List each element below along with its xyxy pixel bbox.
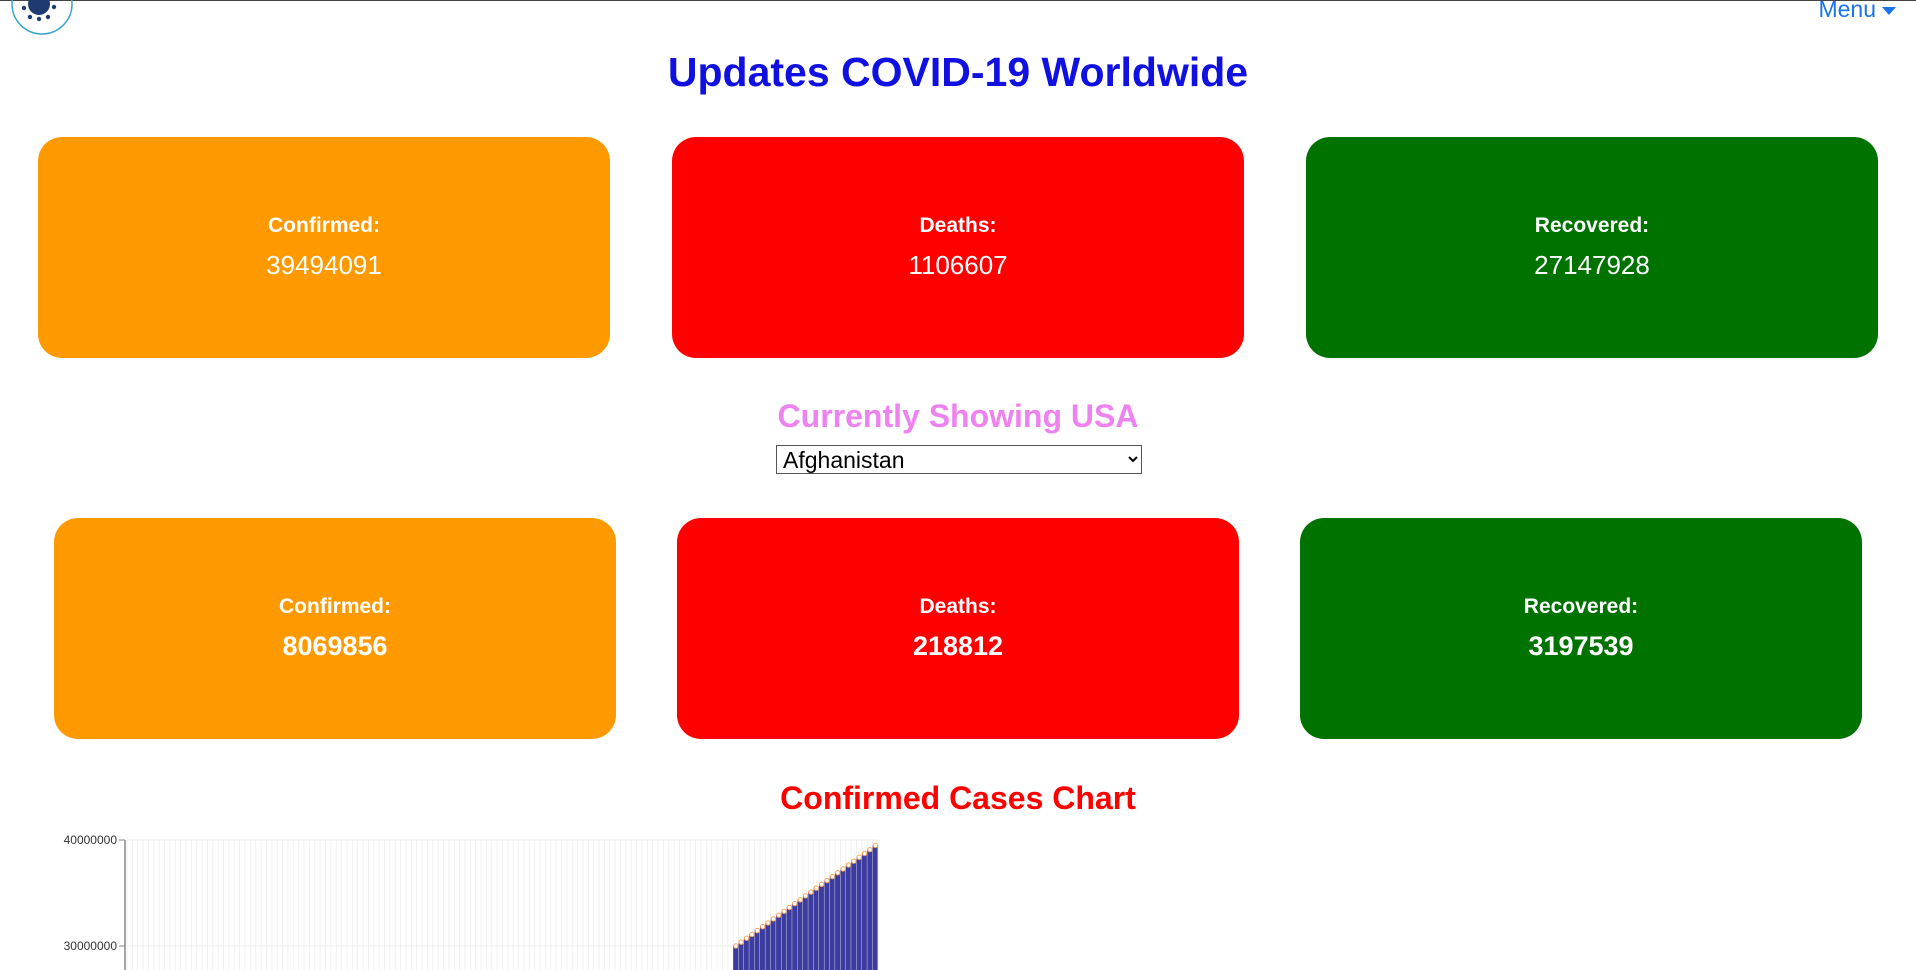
chart-point: [776, 912, 782, 918]
chart-point: [867, 846, 873, 853]
worldwide-confirmed-card: Confirmed: 39494091: [38, 137, 610, 358]
country-select[interactable]: Afghanistan: [776, 445, 1142, 474]
chart-point: [792, 900, 798, 907]
chart-bar: [840, 868, 846, 970]
deaths-label: Deaths:: [919, 214, 997, 237]
chart-bar: [743, 938, 749, 970]
chart-bar: [781, 911, 787, 970]
chart-bar: [845, 865, 851, 970]
menu-dropdown[interactable]: Menu: [1818, 0, 1896, 23]
worldwide-recovered-card: Recovered: 27147928: [1306, 137, 1878, 358]
chart-bar: [867, 849, 873, 970]
chart-bar: [856, 857, 862, 970]
caret-down-icon: [1882, 6, 1896, 15]
chart-point: [754, 927, 761, 934]
country-confirmed-card: Confirmed: 8069856: [54, 518, 616, 739]
chart-point: [845, 862, 852, 868]
chart-point: [829, 873, 836, 880]
chart-point: [770, 916, 777, 922]
chart-point: [786, 904, 793, 911]
chart-bar: [861, 853, 867, 970]
confirmed-label: Confirmed:: [279, 595, 391, 618]
chart-point: [765, 920, 771, 926]
worldwide-deaths-card: Deaths: 1106607: [672, 137, 1244, 358]
chart-point: [802, 893, 809, 899]
chart-point: [733, 943, 739, 949]
y-tick-label: 30000000: [64, 939, 118, 953]
recovered-value: 3197539: [1528, 631, 1634, 661]
confirmed-label: Confirmed:: [268, 214, 380, 237]
y-tick-label: 40000000: [64, 833, 118, 847]
chart-bar: [765, 922, 771, 970]
recovered-label: Recovered:: [1523, 595, 1639, 618]
chart-point: [813, 885, 820, 891]
chart-point: [808, 889, 814, 895]
chart-bar: [818, 884, 824, 970]
chart-point: [743, 935, 750, 941]
chart-point: [818, 881, 825, 888]
chart-title: Confirmed Cases Chart: [780, 780, 1136, 816]
currently-showing-heading: Currently Showing USA: [777, 398, 1139, 434]
deaths-label: Deaths:: [919, 595, 997, 618]
chart-point: [781, 908, 787, 915]
country-deaths-card: Deaths: 218812: [677, 518, 1239, 739]
page-title: Updates COVID-19 Worldwide: [667, 49, 1249, 95]
chart-bar: [808, 892, 814, 970]
recovered-label: Recovered:: [1534, 214, 1650, 237]
chart-bar: [813, 888, 819, 970]
virus-icon[interactable]: [10, 0, 74, 40]
confirmed-value: 39494091: [266, 250, 382, 280]
chart-point: [738, 939, 744, 945]
chart-bar: [835, 872, 841, 970]
chart-bar: [786, 907, 792, 970]
chart-bar: [851, 861, 857, 970]
chart-bar: [872, 845, 878, 970]
chart-point: [824, 877, 830, 884]
top-border: [0, 0, 1916, 1]
confirmed-cases-chart: 40000000 30000000: [64, 833, 879, 970]
country-recovered-card: Recovered: 3197539: [1300, 518, 1862, 739]
chart-point: [840, 866, 846, 872]
deaths-value: 218812: [912, 631, 1004, 661]
chart-bar: [792, 903, 798, 970]
chart-bar: [802, 895, 808, 970]
chart-bar: [776, 915, 782, 970]
chart-bar: [738, 942, 744, 970]
chart-point: [856, 854, 862, 861]
chart-point: [851, 858, 857, 864]
chart-point: [861, 850, 868, 857]
chart-bar: [797, 899, 803, 970]
chart-bar: [754, 930, 760, 970]
chart-bar: [759, 926, 765, 970]
chart-point: [835, 870, 841, 876]
chart-point: [759, 924, 766, 930]
deaths-value: 1106607: [908, 250, 1008, 280]
chart-point: [749, 931, 755, 938]
chart-bar: [749, 934, 755, 970]
chart-point: [797, 897, 803, 903]
recovered-value: 27147928: [1534, 250, 1650, 280]
confirmed-value: 8069856: [282, 631, 388, 661]
chart-bar: [770, 918, 776, 970]
chart-bar: [733, 946, 739, 970]
menu-label: Menu: [1818, 0, 1876, 22]
chart-point: [872, 842, 879, 849]
chart-bar: [829, 876, 835, 970]
chart-bar: [824, 880, 830, 970]
